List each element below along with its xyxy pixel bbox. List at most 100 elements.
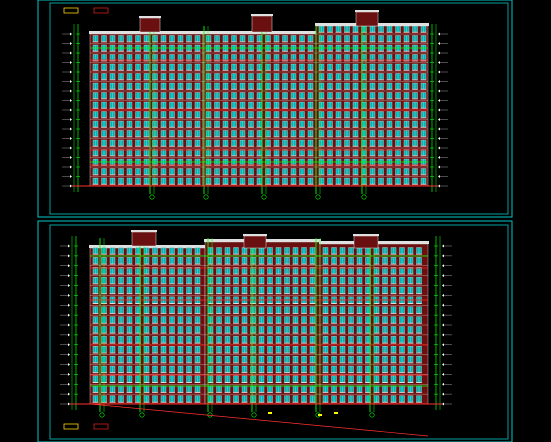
roof-tower-cap: [131, 230, 157, 232]
elevation-mark-icon: [68, 274, 70, 278]
marker: [318, 414, 322, 416]
marker: [268, 412, 272, 414]
elevation-mark-icon: [438, 70, 440, 74]
elevation-mark-icon: [70, 165, 72, 169]
elevation-mark-icon: [70, 127, 72, 131]
elevation-mark-icon: [438, 89, 440, 93]
roof-tower-cap: [355, 10, 379, 12]
legend-swatch-red: [93, 7, 109, 14]
elevation-mark-icon: [68, 392, 70, 396]
legend-lower: [63, 423, 109, 430]
elevation-mark-icon: [438, 137, 440, 140]
elevation-mark-icon: [68, 293, 70, 297]
elevation-mark-icon: [70, 184, 72, 188]
elevation-mark-icon: [442, 353, 444, 357]
roof-tower-cap: [251, 14, 273, 16]
elevation-mark-icon: [68, 382, 70, 386]
elevation-mark-icon: [438, 42, 440, 45]
legend-swatch-yellow: [63, 423, 79, 430]
grid-axis-bubble-icon: [149, 194, 155, 200]
elevation-mark-icon: [68, 363, 70, 366]
elevation-mark-icon: [442, 254, 444, 258]
elevation-mark-icon: [70, 70, 72, 74]
legend-swatch-yellow: [63, 7, 79, 14]
elevation-mark-icon: [70, 108, 72, 112]
roof-tower: [353, 235, 379, 249]
grid-axis-bubble-icon: [139, 412, 145, 418]
elevation-mark-icon: [68, 244, 70, 248]
elevation-mark-icon: [70, 51, 72, 55]
elevation-mark-icon: [442, 372, 444, 376]
elevation-mark-icon: [442, 363, 444, 366]
elevation-mark-icon: [442, 303, 444, 307]
elevation-mark-icon: [438, 108, 440, 112]
elevation-mark-icon: [438, 184, 440, 188]
elevation-mark-icon: [442, 392, 444, 396]
grid-axis-bubble-icon: [315, 194, 321, 200]
elevation-mark-icon: [442, 382, 444, 386]
legend-swatch-red: [93, 423, 109, 430]
grid-axis-bubble-icon: [99, 412, 105, 418]
elevation-mark-icon: [438, 32, 440, 36]
elevation-mark-icon: [68, 402, 70, 406]
elevation-mark-icon: [438, 61, 440, 64]
roof-tower-cap: [139, 16, 161, 18]
elevation-mark-icon: [70, 118, 72, 121]
elevation-mark-icon: [68, 264, 70, 268]
elevation-mark-icon: [442, 402, 444, 406]
elevation-mark-icon: [442, 264, 444, 268]
elevation-mark-icon: [70, 175, 72, 178]
grid-axis-bubble-icon: [203, 194, 209, 200]
elevation-mark-icon: [68, 284, 70, 287]
roof-tower: [355, 11, 379, 27]
elevation-mark-icon: [68, 323, 70, 327]
elevation-mark-icon: [68, 333, 70, 337]
elevation-mark-icon: [438, 165, 440, 169]
elevation-mark-icon: [68, 254, 70, 258]
elevation-mark-icon: [442, 293, 444, 297]
elevation-mark-icon: [70, 80, 72, 83]
elevation-mark-icon: [70, 146, 72, 150]
elevation-mark-icon: [442, 244, 444, 248]
roof-tower: [131, 231, 157, 247]
grid-axis-bubble-icon: [251, 412, 257, 418]
roof-tower: [243, 235, 267, 249]
elevation-mark-icon: [438, 80, 440, 83]
roof-tower: [139, 17, 161, 33]
elevation-mark-icon: [442, 333, 444, 337]
elevation-mark-icon: [442, 274, 444, 278]
roof-tower: [251, 15, 273, 33]
elevation-mark-icon: [68, 343, 70, 347]
elevation-mark-icon: [68, 313, 70, 317]
grade-line: [89, 403, 429, 437]
elevation-mark-icon: [438, 175, 440, 178]
cad-drawing-canvas: [37, 0, 513, 442]
elevation-mark-icon: [442, 343, 444, 347]
elevation-mark-icon: [70, 99, 72, 102]
building-elevation-lower: [60, 230, 452, 437]
elevation-mark-icon: [438, 99, 440, 102]
elevation-mark-icon: [438, 146, 440, 150]
building-elevation-upper: [62, 10, 448, 200]
roof-tower-cap: [243, 234, 267, 236]
elevation-mark-icon: [68, 303, 70, 307]
elevation-mark-icon: [68, 372, 70, 376]
elevation-mark-icon: [70, 42, 72, 45]
elevation-mark-icon: [442, 313, 444, 317]
grid-axis-bubble-icon: [361, 194, 367, 200]
legend-upper: [63, 7, 109, 14]
grid-axis-bubble-icon: [369, 412, 375, 418]
elevation-mark-icon: [438, 51, 440, 55]
roof-tower-cap: [353, 234, 379, 236]
elevation-mark-icon: [438, 127, 440, 131]
elevation-mark-icon: [70, 32, 72, 36]
elevation-mark-icon: [438, 118, 440, 121]
elevation-mark-icon: [70, 156, 72, 159]
marker: [334, 412, 338, 414]
elevation-mark-icon: [438, 156, 440, 159]
elevation-mark-icon: [70, 137, 72, 140]
elevation-mark-icon: [70, 89, 72, 93]
grid-axis-bubble-icon: [261, 194, 267, 200]
elevation-mark-icon: [442, 284, 444, 287]
elevation-mark-icon: [442, 323, 444, 327]
